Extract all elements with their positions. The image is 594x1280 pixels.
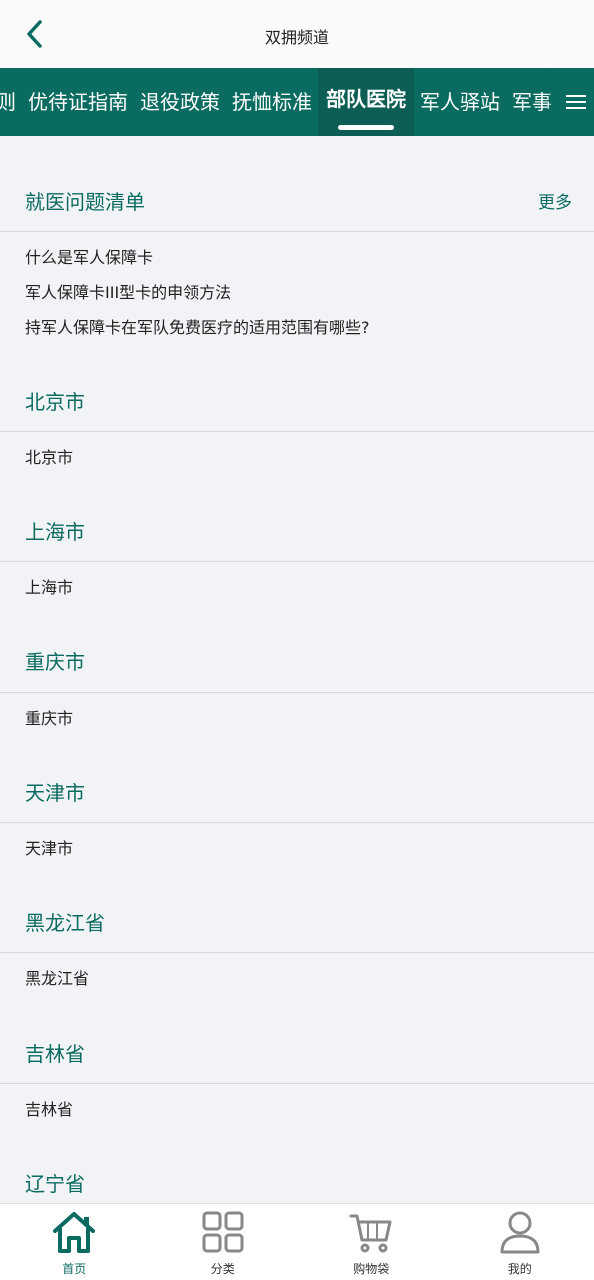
faq-item[interactable]: 持军人保障卡在军队免费医疗的适用范围有哪些? (25, 314, 370, 338)
active-tab-indicator (338, 125, 394, 130)
faq-item[interactable]: 军人保障卡III型卡的申领方法 (25, 279, 231, 303)
region-section-header: 北京市 (0, 368, 594, 428)
tab-pension-standard[interactable]: 抚恤标准 (226, 68, 318, 136)
section-title: 上海市 (25, 520, 85, 544)
tab-soldier-station[interactable]: 军人驿站 (414, 68, 506, 136)
top-bar: 双拥频道 (0, 0, 594, 68)
region-section-header: 天津市 (0, 759, 594, 819)
tab-military[interactable]: 军事 (506, 68, 558, 136)
home-icon (53, 1212, 96, 1253)
nav-label: 我的 (507, 1262, 532, 1276)
nav-label: 分类 (210, 1262, 235, 1276)
menu-icon-line (566, 101, 586, 103)
section-title: 重庆市 (25, 650, 85, 674)
faq-item[interactable]: 什么是军人保障卡 (25, 244, 153, 268)
tab-preferential-card-guide[interactable]: 优待证指南 (22, 68, 134, 136)
menu-button[interactable] (558, 68, 594, 136)
tab-retirement-policy[interactable]: 退役政策 (134, 68, 226, 136)
tab-label: 部队医院 (326, 87, 406, 111)
region-section-header: 黑龙江省 (0, 889, 594, 949)
user-icon (500, 1211, 540, 1254)
region-section-header: 重庆市 (0, 628, 594, 688)
region-item[interactable]: 天津市 (25, 835, 73, 859)
section-title: 北京市 (25, 390, 85, 414)
section-title: 天津市 (25, 781, 85, 805)
divider (0, 561, 594, 562)
tab-military-hospital[interactable]: 部队医院 (318, 68, 414, 136)
region-item[interactable]: 上海市 (25, 574, 73, 598)
region-section-header: 辽宁省 (0, 1150, 594, 1210)
divider (0, 431, 594, 432)
nav-category[interactable]: 分类 (149, 1204, 298, 1280)
divider (0, 231, 594, 232)
region-item[interactable]: 黑龙江省 (25, 965, 89, 989)
page-title: 双拥频道 (264, 28, 329, 47)
section-title: 辽宁省 (25, 1172, 85, 1196)
region-section-header: 上海市 (0, 498, 594, 558)
region-item[interactable]: 吉林省 (25, 1096, 73, 1120)
section-title: 黑龙江省 (25, 911, 105, 935)
nav-home[interactable]: 首页 (0, 1204, 149, 1280)
region-section-header: 吉林省 (0, 1020, 594, 1080)
bottom-navigation: 首页 分类 购物袋 我的 (0, 1203, 594, 1280)
category-tab-bar: 则 优待证指南 退役政策 抚恤标准 部队医院 军人驿站 军事 (0, 68, 594, 136)
region-item[interactable]: 北京市 (25, 444, 73, 468)
divider (0, 822, 594, 823)
nav-cart[interactable]: 购物袋 (297, 1204, 446, 1280)
tab-partial[interactable]: 则 (0, 68, 22, 136)
divider (0, 1083, 594, 1084)
nav-label: 首页 (62, 1262, 87, 1276)
grid-icon (202, 1211, 244, 1253)
faq-section-header: 就医问题清单 更多 (0, 168, 594, 228)
nav-profile[interactable]: 我的 (446, 1204, 594, 1280)
section-title: 吉林省 (25, 1042, 85, 1066)
cart-icon (349, 1214, 392, 1253)
more-link[interactable]: 更多 (538, 188, 572, 213)
region-item[interactable]: 重庆市 (25, 705, 73, 729)
section-title: 就医问题清单 (25, 190, 145, 214)
divider (0, 692, 594, 693)
menu-icon-line (566, 107, 586, 109)
menu-icon (566, 95, 586, 97)
nav-label: 购物袋 (353, 1262, 390, 1276)
divider (0, 952, 594, 953)
